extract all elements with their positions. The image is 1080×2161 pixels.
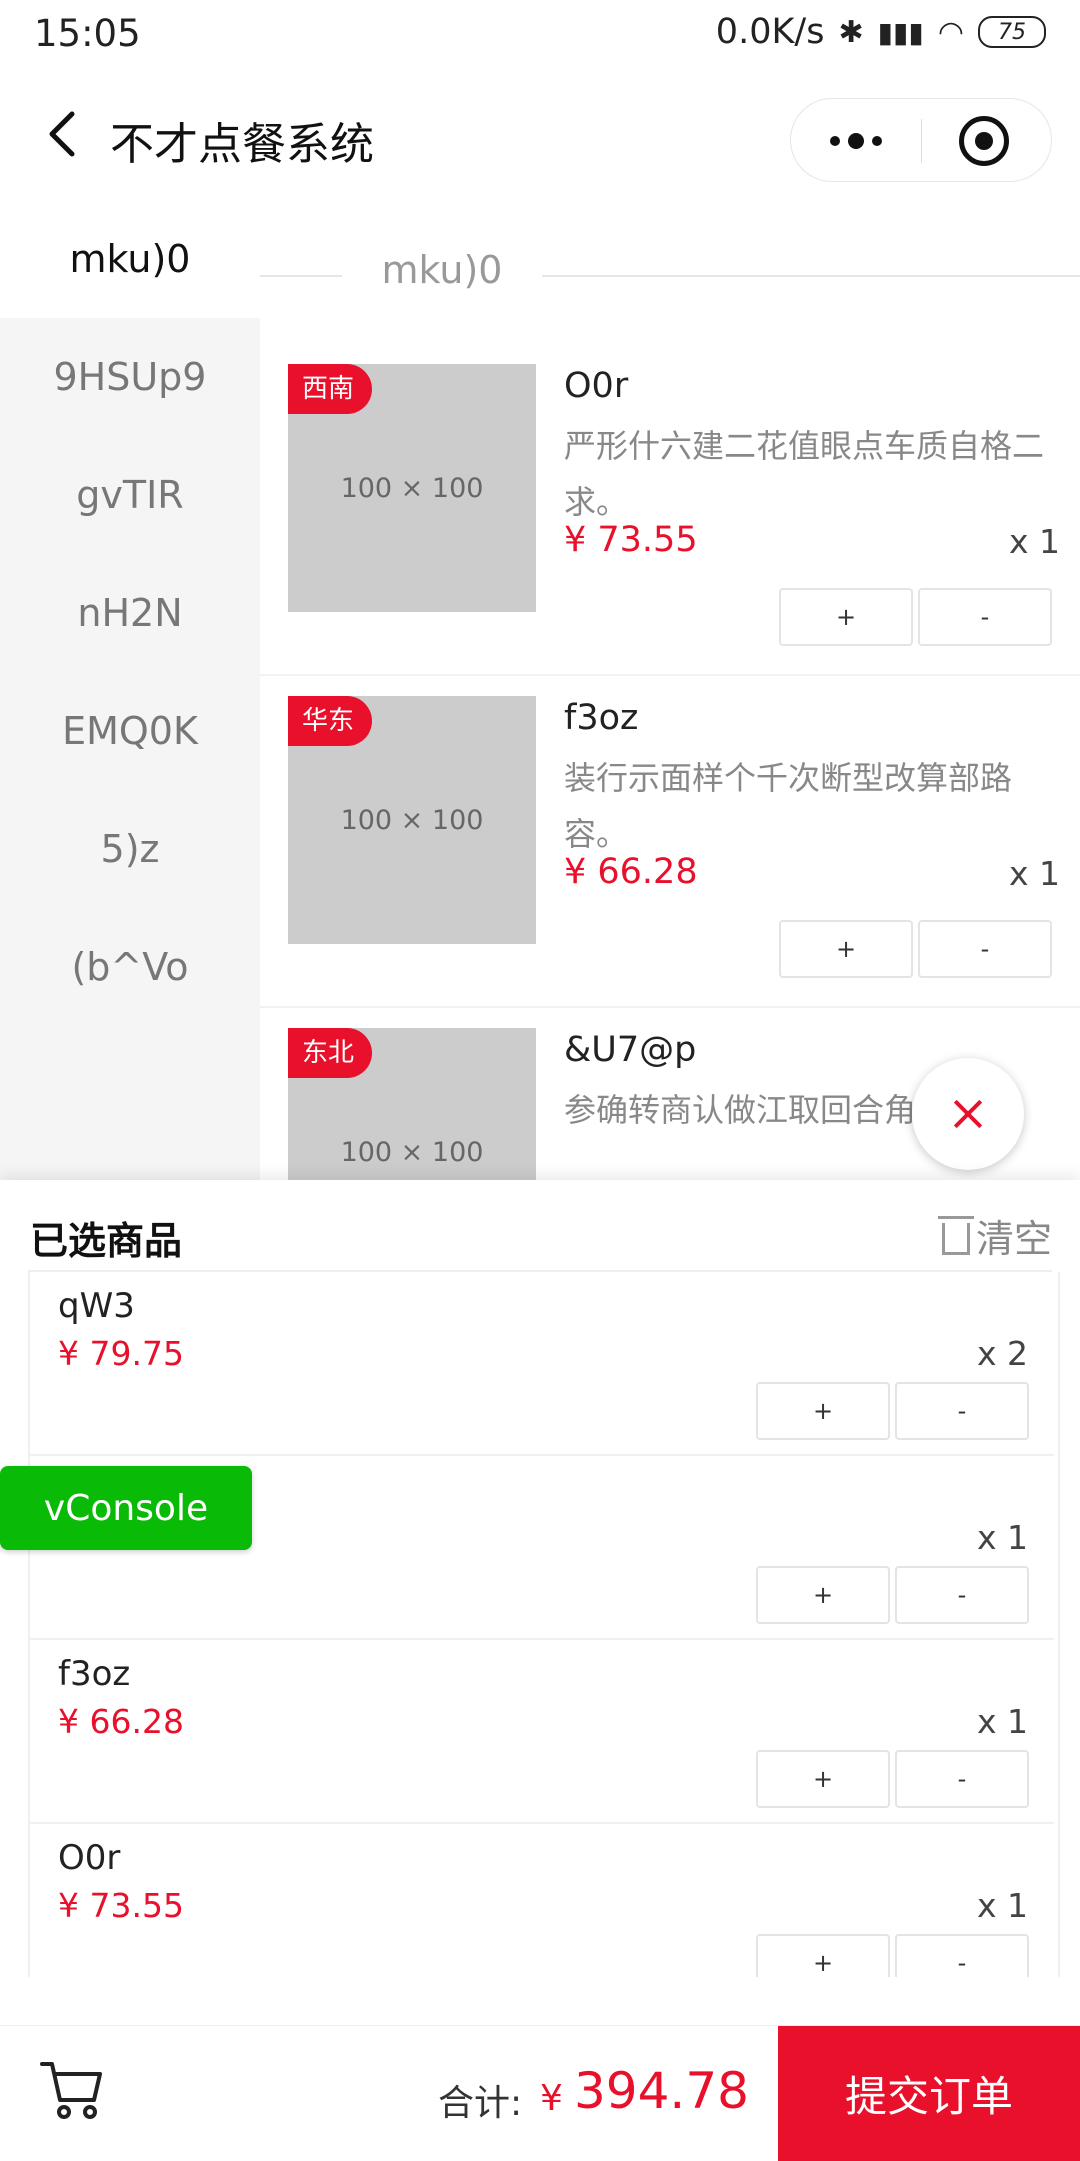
region-tag: 华东 bbox=[288, 696, 373, 746]
item-name: qW3 bbox=[58, 1286, 135, 1326]
signal-icon: ▮▮▮ bbox=[877, 15, 924, 49]
item-qty: x 1 bbox=[976, 1886, 1028, 1925]
item-price: ¥ 79.75 bbox=[58, 1334, 184, 1373]
more-dots-icon[interactable] bbox=[819, 119, 893, 163]
product-desc: 装行示面样个千次断型改算部路容。 bbox=[564, 759, 1013, 853]
product-qty: x 1 bbox=[1008, 522, 1060, 561]
network-speed: 0.0K/s bbox=[715, 12, 825, 52]
cart-icon[interactable] bbox=[38, 2054, 108, 2124]
total-currency: ¥ bbox=[540, 2078, 563, 2119]
selected-list: qW3 ¥ 79.75 x 2 + - x 1 + - f3oz ¥ 66.28… bbox=[28, 1272, 1060, 1977]
minus-button[interactable]: - bbox=[918, 920, 1052, 978]
selected-item: f3oz ¥ 66.28 x 1 + - bbox=[30, 1640, 1054, 1824]
panel-title: 已选商品 bbox=[30, 1219, 183, 1263]
product-name: f3oz bbox=[564, 698, 639, 738]
sidebar-item[interactable]: 9HSUp9 bbox=[0, 318, 260, 436]
product-list: mku)0 100 × 100 西南 O0r 严形什六建二花值眼点车质自格二求。… bbox=[260, 200, 1080, 1180]
sidebar-item[interactable]: 5)z bbox=[0, 790, 260, 908]
plus-button[interactable]: + bbox=[756, 1382, 890, 1440]
product-price: ¥ 73.55 bbox=[564, 520, 698, 560]
target-icon[interactable] bbox=[959, 116, 1009, 166]
item-price: ¥ 73.55 bbox=[58, 1886, 184, 1925]
product-name: O0r bbox=[564, 366, 629, 406]
sidebar-item[interactable]: mku)0 bbox=[0, 200, 260, 318]
minus-button[interactable]: - bbox=[918, 588, 1052, 646]
item-price: ¥ 66.28 bbox=[58, 1702, 184, 1741]
item-name: O0r bbox=[58, 1838, 121, 1878]
section-title: mku)0 bbox=[381, 248, 503, 292]
sidebar-item[interactable]: gvTIR bbox=[0, 436, 260, 554]
minus-button[interactable]: - bbox=[895, 1566, 1029, 1624]
item-qty: x 1 bbox=[976, 1518, 1028, 1557]
plus-button[interactable]: + bbox=[779, 588, 913, 646]
total-value: 394.78 bbox=[574, 2062, 749, 2120]
status-time: 15:05 bbox=[34, 12, 141, 55]
plus-button[interactable]: + bbox=[779, 920, 913, 978]
minus-button[interactable]: - bbox=[895, 1382, 1029, 1440]
product-name: &U7@p bbox=[564, 1030, 697, 1070]
mini-program-capsule bbox=[790, 98, 1052, 182]
region-tag: 西南 bbox=[288, 364, 373, 414]
status-bar: 15:05 0.0K/s ✱ ▮▮▮ ◠ 75 bbox=[0, 0, 1080, 70]
selected-item: O0r ¥ 73.55 x 1 + - bbox=[30, 1824, 1054, 1977]
back-arrow-icon[interactable] bbox=[36, 106, 92, 162]
checkout-bar: 合计: ¥ 394.78 提交订单 bbox=[0, 2025, 1080, 2161]
product-desc: 严形什六建二花值眼点车质自格二求。 bbox=[564, 427, 1045, 521]
item-qty: x 2 bbox=[976, 1334, 1028, 1373]
plus-button[interactable]: + bbox=[756, 1934, 890, 1977]
minus-button[interactable]: - bbox=[895, 1934, 1029, 1977]
plus-button[interactable]: + bbox=[756, 1750, 890, 1808]
trash-icon bbox=[937, 1215, 974, 1255]
vconsole-button[interactable]: vConsole bbox=[0, 1466, 252, 1550]
wifi-icon: ◠ bbox=[937, 14, 964, 50]
plus-button[interactable]: + bbox=[756, 1566, 890, 1624]
minus-button[interactable]: - bbox=[895, 1750, 1029, 1808]
status-indicators: 0.0K/s ✱ ▮▮▮ ◠ 75 bbox=[716, 12, 1046, 52]
selected-items-panel: 已选商品 清空 qW3 ¥ 79.75 x 2 + - x 1 + - f3oz… bbox=[0, 1180, 1080, 2025]
clear-button[interactable]: 清空 bbox=[937, 1208, 1052, 1263]
page-title: 不才点餐系统 bbox=[110, 119, 374, 170]
item-name: f3oz bbox=[58, 1654, 131, 1694]
product-card: 100 × 100 华东 f3oz 装行示面样个千次断型改算部路容。 ¥ 66.… bbox=[260, 674, 1080, 1008]
capsule-divider bbox=[921, 119, 922, 163]
region-tag: 东北 bbox=[288, 1028, 373, 1078]
total-label: 合计: bbox=[438, 2083, 523, 2124]
product-card: 100 × 100 西南 O0r 严形什六建二花值眼点车质自格二求。 ¥ 73.… bbox=[260, 342, 1080, 676]
item-qty: x 1 bbox=[976, 1702, 1028, 1741]
submit-order-button[interactable]: 提交订单 bbox=[778, 2026, 1080, 2161]
product-price: ¥ 66.28 bbox=[564, 852, 698, 892]
clear-label: 清空 bbox=[975, 1217, 1052, 1261]
sidebar-item[interactable]: EMQ0K bbox=[0, 672, 260, 790]
category-sidebar: mku)0 9HSUp9 gvTIR nH2N EMQ0K 5)z (b^Vo bbox=[0, 200, 260, 1180]
sidebar-item[interactable]: (b^Vo bbox=[0, 908, 260, 1026]
sidebar-item[interactable]: nH2N bbox=[0, 554, 260, 672]
nav-bar: 不才点餐系统 bbox=[0, 70, 1080, 200]
battery-icon: 75 bbox=[978, 16, 1046, 48]
bluetooth-icon: ✱ bbox=[838, 14, 864, 50]
product-qty: x 1 bbox=[1008, 854, 1060, 893]
close-icon[interactable] bbox=[912, 1058, 1024, 1170]
selected-item: qW3 ¥ 79.75 x 2 + - bbox=[30, 1272, 1054, 1456]
